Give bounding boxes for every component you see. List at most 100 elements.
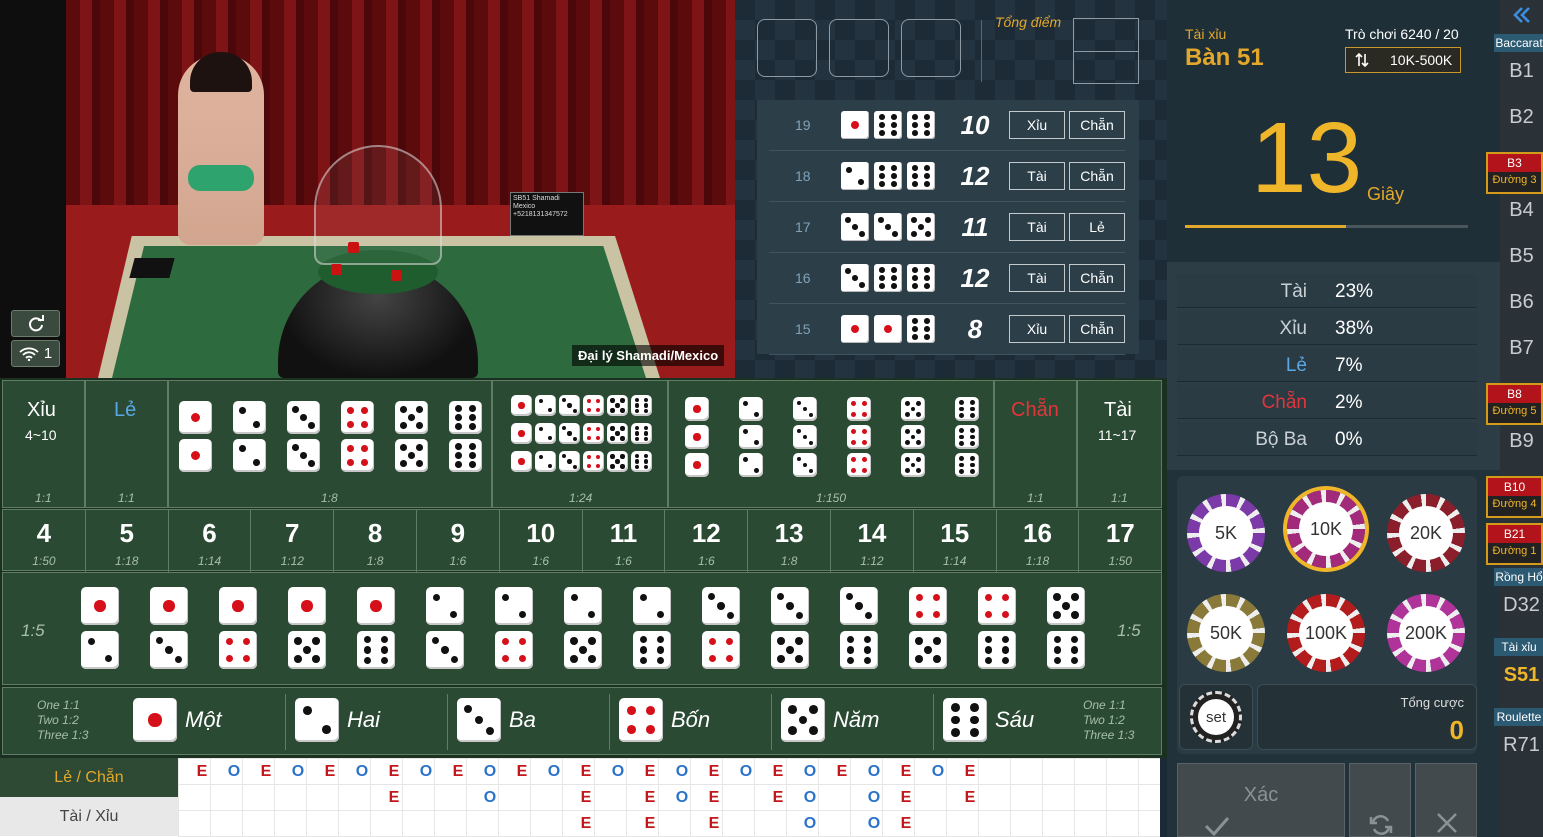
sum-odds: 1:6 [449,554,467,568]
bet-single-2[interactable]: Hai [295,698,381,742]
bet-any-triple[interactable]: 1:24 [492,380,668,508]
bet-combo-2-3[interactable] [426,587,466,671]
bet-triples[interactable]: 1:150 [668,380,994,508]
bet-chan[interactable]: Chẵn 1:1 [994,380,1077,508]
limit-selector[interactable]: 10K-500K [1345,47,1461,73]
road-mark: E [452,763,464,780]
set-chip[interactable]: set [1190,691,1242,743]
bet-sum-16[interactable]: 16 1:18 [997,510,1080,576]
bet-combo-1-4[interactable] [219,587,259,671]
bet-sum-17[interactable]: 17 1:50 [1079,510,1163,576]
nav-table-S51[interactable]: S51 [1500,664,1543,687]
bet-combo-3-5[interactable] [771,587,811,671]
bet-single-5[interactable]: Năm [781,698,879,742]
road-grid: EOEOEOEOEOEOEOEOEOEOEOEOEEOEEOEEOOEEEEEO… [178,758,1160,837]
bet-sum-8[interactable]: 8 1:8 [334,510,417,576]
bet-sum-11[interactable]: 11 1:6 [583,510,666,576]
bet-tai[interactable]: Tài 11~17 1:1 [1077,380,1162,508]
nav-table-B8[interactable]: B8 Đường 5 [1486,383,1543,425]
chip-label: 5K [1199,506,1253,560]
nav-table-B1[interactable]: B1 [1500,60,1543,83]
road-mark: E [388,763,400,780]
nav-table-B10[interactable]: B10 Đường 4 [1486,476,1543,518]
nav-table-B21[interactable]: B21 Đường 1 [1486,523,1543,565]
chip-5K[interactable]: 5K [1187,494,1265,572]
nav-table-D32[interactable]: D32 [1500,594,1543,617]
chip-20K[interactable]: 20K [1387,494,1465,572]
nav-table-B2[interactable]: B2 [1500,106,1543,129]
big-small-result: Xỉu [1009,111,1065,139]
bet-sum-7[interactable]: 7 1:12 [251,510,335,576]
nav-table-B5[interactable]: B5 [1500,245,1543,268]
bet-sum-4[interactable]: 4 1:50 [3,510,86,576]
die-face-6-icon [631,423,652,444]
sicbo-game-screen: SB51 Shamadi Mexico +5218131347572 Đại l… [0,0,1543,837]
chip-100K[interactable]: 100K [1287,594,1365,672]
triple-6-die-icon [955,397,979,421]
bet-sum-10[interactable]: 10 1:6 [500,510,583,576]
bet-sum-13[interactable]: 13 1:8 [748,510,831,576]
bet-single-3[interactable]: Ba [457,698,536,742]
tab-odd-even[interactable]: Lẻ / Chẵn [0,758,178,797]
bet-combo-3-4[interactable] [702,587,742,671]
bet-combo-4-5[interactable] [909,587,949,671]
die-face-1-icon [841,111,869,139]
confirm-button[interactable]: Xác [1177,763,1345,837]
bet-single-4[interactable]: Bốn [619,698,710,742]
bet-sum-12[interactable]: 12 1:6 [665,510,749,576]
big-small-result: Tài [1009,162,1065,190]
bet-combo-2-5[interactable] [564,587,604,671]
bet-combo-2-6[interactable] [633,587,673,671]
bet-pairs[interactable]: 1:8 [168,380,492,508]
bet-sum-15[interactable]: 15 1:14 [914,510,997,576]
triple-3-die-icon [793,453,817,477]
nav-table-B4[interactable]: B4 [1500,199,1543,222]
die-face-6-icon [874,111,902,139]
odd-even-result: Chẵn [1069,315,1125,343]
die-face-2-icon [426,587,464,625]
bet-combo-1-3[interactable] [150,587,190,671]
bet-sum-6[interactable]: 6 1:14 [169,510,252,576]
nav-table-R71[interactable]: R71 [1500,734,1543,757]
nav-table-B7[interactable]: B7 [1500,337,1543,360]
road-mark: E [772,789,784,806]
bet-xiu[interactable]: Xỉu 4~10 1:1 [2,380,85,508]
bet-single-1[interactable]: Một [133,698,222,742]
cancel-button[interactable] [1415,763,1477,837]
bet-sum-14[interactable]: 14 1:12 [831,510,914,576]
die-face-1-icon [874,315,902,343]
tab-big-small[interactable]: Tài / Xỉu [0,797,178,836]
bet-sum-9[interactable]: 9 1:6 [417,510,500,576]
bet-combo-1-5[interactable] [288,587,328,671]
bet-le[interactable]: Lẻ 1:1 [85,380,168,508]
road-mark: E [580,815,592,832]
connection-button[interactable]: 1 [11,340,60,367]
chip-50K[interactable]: 50K [1187,594,1265,672]
bet-single-6[interactable]: Sáu [943,698,1034,742]
bet-combo-3-6[interactable] [840,587,880,671]
refresh-button[interactable] [11,310,60,337]
collapse-button[interactable] [1500,0,1543,30]
any-triple-odds: 1:24 [569,491,593,505]
nav-table-B6[interactable]: B6 [1500,291,1543,314]
road-mark: O [675,763,689,780]
single-label: Hai [347,707,381,732]
bet-combo-2-4[interactable] [495,587,535,671]
bet-combo-4-6[interactable] [978,587,1018,671]
xiu-label: Xỉu [27,399,56,421]
nav-table-B9[interactable]: B9 [1500,430,1543,453]
stat-value: 38% [1335,318,1374,339]
nav-table-B3[interactable]: B3 Đường 3 [1486,152,1543,194]
bet-combo-1-6[interactable] [357,587,397,671]
bet-combo-5-6[interactable] [1047,587,1087,671]
die-face-6-icon [357,631,395,669]
bet-combo-1-2[interactable] [81,587,121,671]
stat-row: Bộ Ba 0% [1177,422,1477,456]
die-face-1-icon [841,315,869,343]
chan-odds: 1:1 [1027,491,1044,505]
repeat-button[interactable] [1349,763,1411,837]
chip-10K[interactable]: 10K [1287,490,1365,568]
chip-200K[interactable]: 200K [1387,594,1465,672]
bet-sum-5[interactable]: 5 1:18 [86,510,169,576]
die-face-5-icon [607,423,628,444]
